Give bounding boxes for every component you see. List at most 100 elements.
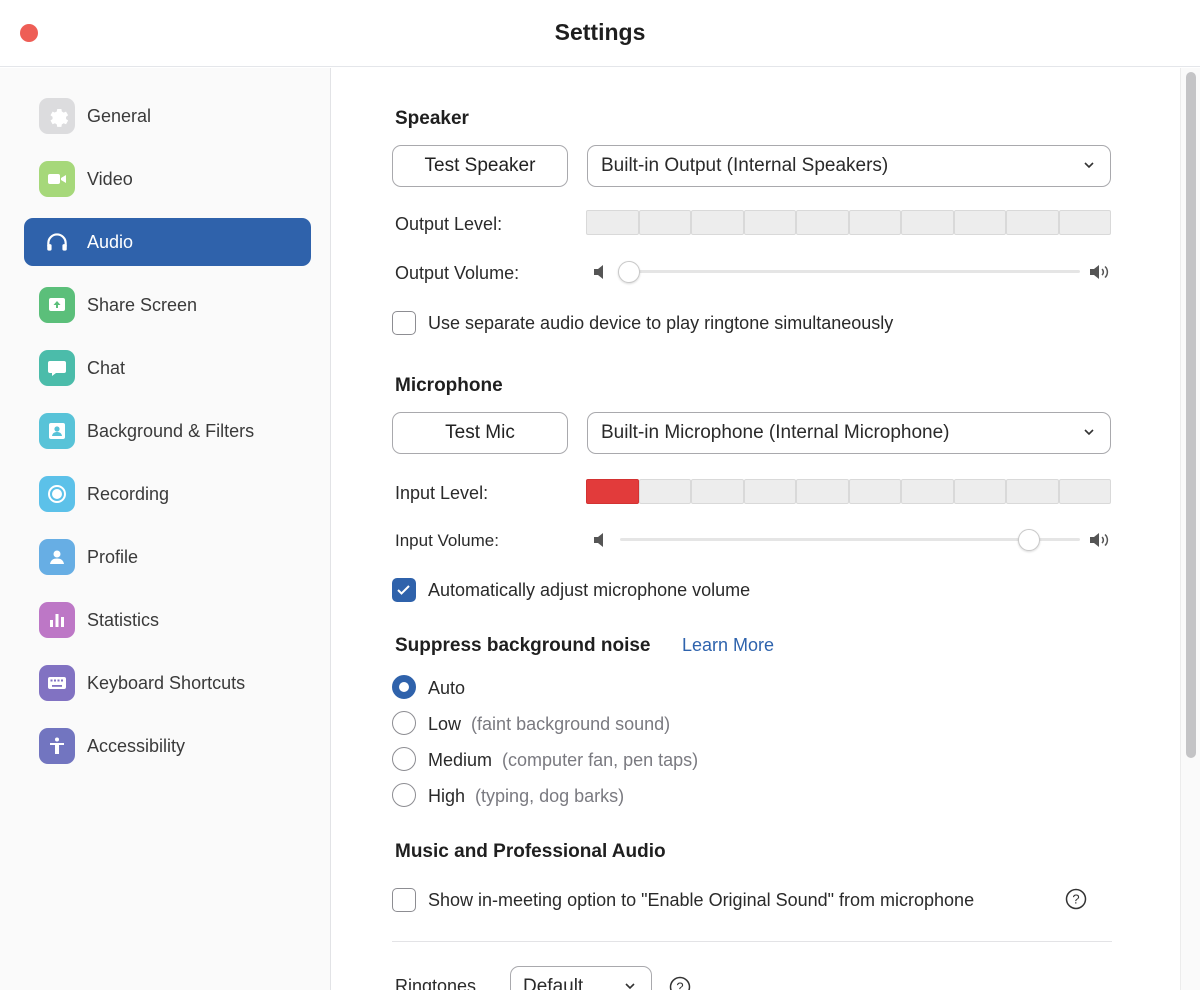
input-level-label: Input Level:	[395, 483, 489, 503]
sidebar-item-recording[interactable]: Recording	[24, 470, 311, 518]
help-icon[interactable]: ?	[1065, 888, 1087, 910]
background-person-icon	[39, 413, 75, 449]
output-volume-knob[interactable]	[618, 261, 641, 283]
volume-low-icon	[594, 265, 603, 279]
chevron-down-icon	[625, 983, 635, 990]
output-volume-track	[620, 270, 1080, 273]
level-meter-segment	[691, 210, 744, 235]
level-meter-segment	[691, 479, 744, 504]
test-speaker-button[interactable]: Test Speaker	[392, 145, 568, 187]
sidebar-item-label: Background & Filters	[87, 420, 255, 441]
noise-option-hint: (typing, dog barks)	[475, 786, 625, 806]
original-sound-label: Show in-meeting option to "Enable Origin…	[428, 890, 975, 910]
ringtones-select[interactable]: Default	[510, 966, 652, 990]
separate-ringtone-checkbox[interactable]	[392, 311, 416, 335]
noise-option-hint: (faint background sound)	[471, 714, 671, 734]
sidebar-item-video[interactable]: Video	[24, 155, 311, 203]
sidebar-item-label: Chat	[87, 357, 126, 378]
input-volume-track	[620, 538, 1080, 541]
level-meter-segment	[586, 210, 639, 235]
test-mic-button[interactable]: Test Mic	[392, 412, 568, 454]
auto-adjust-mic-checkbox[interactable]	[392, 578, 416, 602]
noise-option-high-label: High (typing, dog barks)	[428, 786, 624, 807]
sidebar-item-keyboard-shortcuts[interactable]: Keyboard Shortcuts	[24, 659, 311, 707]
level-meter-segment	[586, 479, 639, 504]
level-meter-segment	[848, 210, 901, 235]
sidebar-item-general[interactable]: General	[24, 92, 311, 140]
noise-option-auto-radio[interactable]	[392, 675, 416, 699]
sidebar-item-label: Profile	[87, 546, 139, 567]
headphones-icon	[39, 224, 75, 260]
volume-high-icon	[1090, 265, 1109, 279]
video-camera-icon	[39, 161, 75, 197]
sidebar-item-label: Accessibility	[87, 735, 186, 756]
accessibility-icon	[39, 728, 75, 764]
volume-high-icon	[1090, 533, 1109, 547]
sidebar-item-profile[interactable]: Profile	[24, 533, 311, 581]
level-meter-segment	[848, 479, 901, 504]
noise-option-medium-label: Medium (computer fan, pen taps)	[428, 750, 698, 771]
noise-option-high-radio[interactable]	[392, 783, 416, 807]
vertical-scrollbar[interactable]	[1180, 68, 1200, 990]
noise-option-name: High	[428, 786, 466, 806]
noise-option-low-radio[interactable]	[392, 711, 416, 735]
level-meter-segment	[1058, 479, 1111, 504]
level-meter-segment	[743, 210, 796, 235]
window-title: Settings	[554, 19, 646, 45]
speaker-device-value: Built-in Output (Internal Speakers)	[601, 155, 889, 176]
noise-option-name: Auto	[428, 678, 466, 698]
music-audio-section-title: Music and Professional Audio	[395, 841, 666, 862]
record-icon	[39, 476, 75, 512]
keyboard-icon	[39, 665, 75, 701]
auto-adjust-mic-label: Automatically adjust microphone volume	[428, 580, 751, 600]
speaker-device-select[interactable]: Built-in Output (Internal Speakers)	[587, 145, 1111, 187]
settings-sidebar: General Video Audio Share Screen Chat Ba…	[0, 68, 331, 990]
noise-option-medium-radio[interactable]	[392, 747, 416, 771]
sidebar-item-label: Audio	[87, 231, 134, 252]
help-icon[interactable]: ?	[669, 976, 691, 990]
noise-option-name: Low	[428, 714, 462, 734]
input-level-meter	[586, 479, 1111, 504]
chat-bubble-icon	[39, 350, 75, 386]
scrollbar-thumb[interactable]	[1186, 72, 1196, 758]
output-level-label: Output Level:	[395, 214, 503, 234]
level-meter-segment	[1058, 210, 1111, 235]
input-volume-slider[interactable]	[592, 528, 1112, 552]
ringtones-value: Default	[523, 976, 584, 990]
separate-ringtone-label: Use separate audio device to play ringto…	[428, 313, 894, 333]
learn-more-link[interactable]: Learn More	[682, 635, 774, 656]
sidebar-item-background-filters[interactable]: Background & Filters	[24, 407, 311, 455]
sidebar-item-chat[interactable]: Chat	[24, 344, 311, 392]
volume-low-icon	[594, 533, 603, 547]
share-screen-icon	[39, 287, 75, 323]
sidebar-item-audio[interactable]: Audio	[24, 218, 311, 266]
sidebar-item-label: Share Screen	[87, 294, 198, 315]
sidebar-item-share-screen[interactable]: Share Screen	[24, 281, 311, 329]
section-divider	[392, 941, 1112, 942]
chevron-down-icon	[1084, 162, 1094, 169]
microphone-device-value: Built-in Microphone (Internal Microphone…	[601, 422, 950, 443]
level-meter-segment	[796, 479, 849, 504]
sidebar-item-statistics[interactable]: Statistics	[24, 596, 311, 644]
gear-icon	[39, 98, 75, 134]
input-volume-knob[interactable]	[1018, 529, 1041, 551]
original-sound-checkbox[interactable]	[392, 888, 416, 912]
sidebar-item-label: Statistics	[87, 609, 160, 630]
noise-option-low-label: Low (faint background sound)	[428, 714, 670, 735]
svg-text:?: ?	[1072, 892, 1079, 907]
sidebar-item-label: Video	[87, 168, 133, 189]
level-meter-segment	[1006, 479, 1059, 504]
sidebar-item-label: General	[87, 105, 152, 126]
sidebar-item-accessibility[interactable]: Accessibility	[24, 722, 311, 770]
ringtones-label: Ringtones	[395, 976, 477, 990]
level-meter-segment	[638, 479, 691, 504]
noise-option-auto-label: Auto	[428, 678, 465, 699]
noise-option-hint: (computer fan, pen taps)	[502, 750, 699, 770]
checkmark-icon	[397, 585, 410, 595]
bar-chart-icon	[39, 602, 75, 638]
output-volume-slider[interactable]	[592, 260, 1112, 284]
title-bar: Settings	[0, 0, 1200, 67]
level-meter-segment	[743, 479, 796, 504]
microphone-device-select[interactable]: Built-in Microphone (Internal Microphone…	[587, 412, 1111, 454]
output-level-meter	[586, 210, 1111, 235]
